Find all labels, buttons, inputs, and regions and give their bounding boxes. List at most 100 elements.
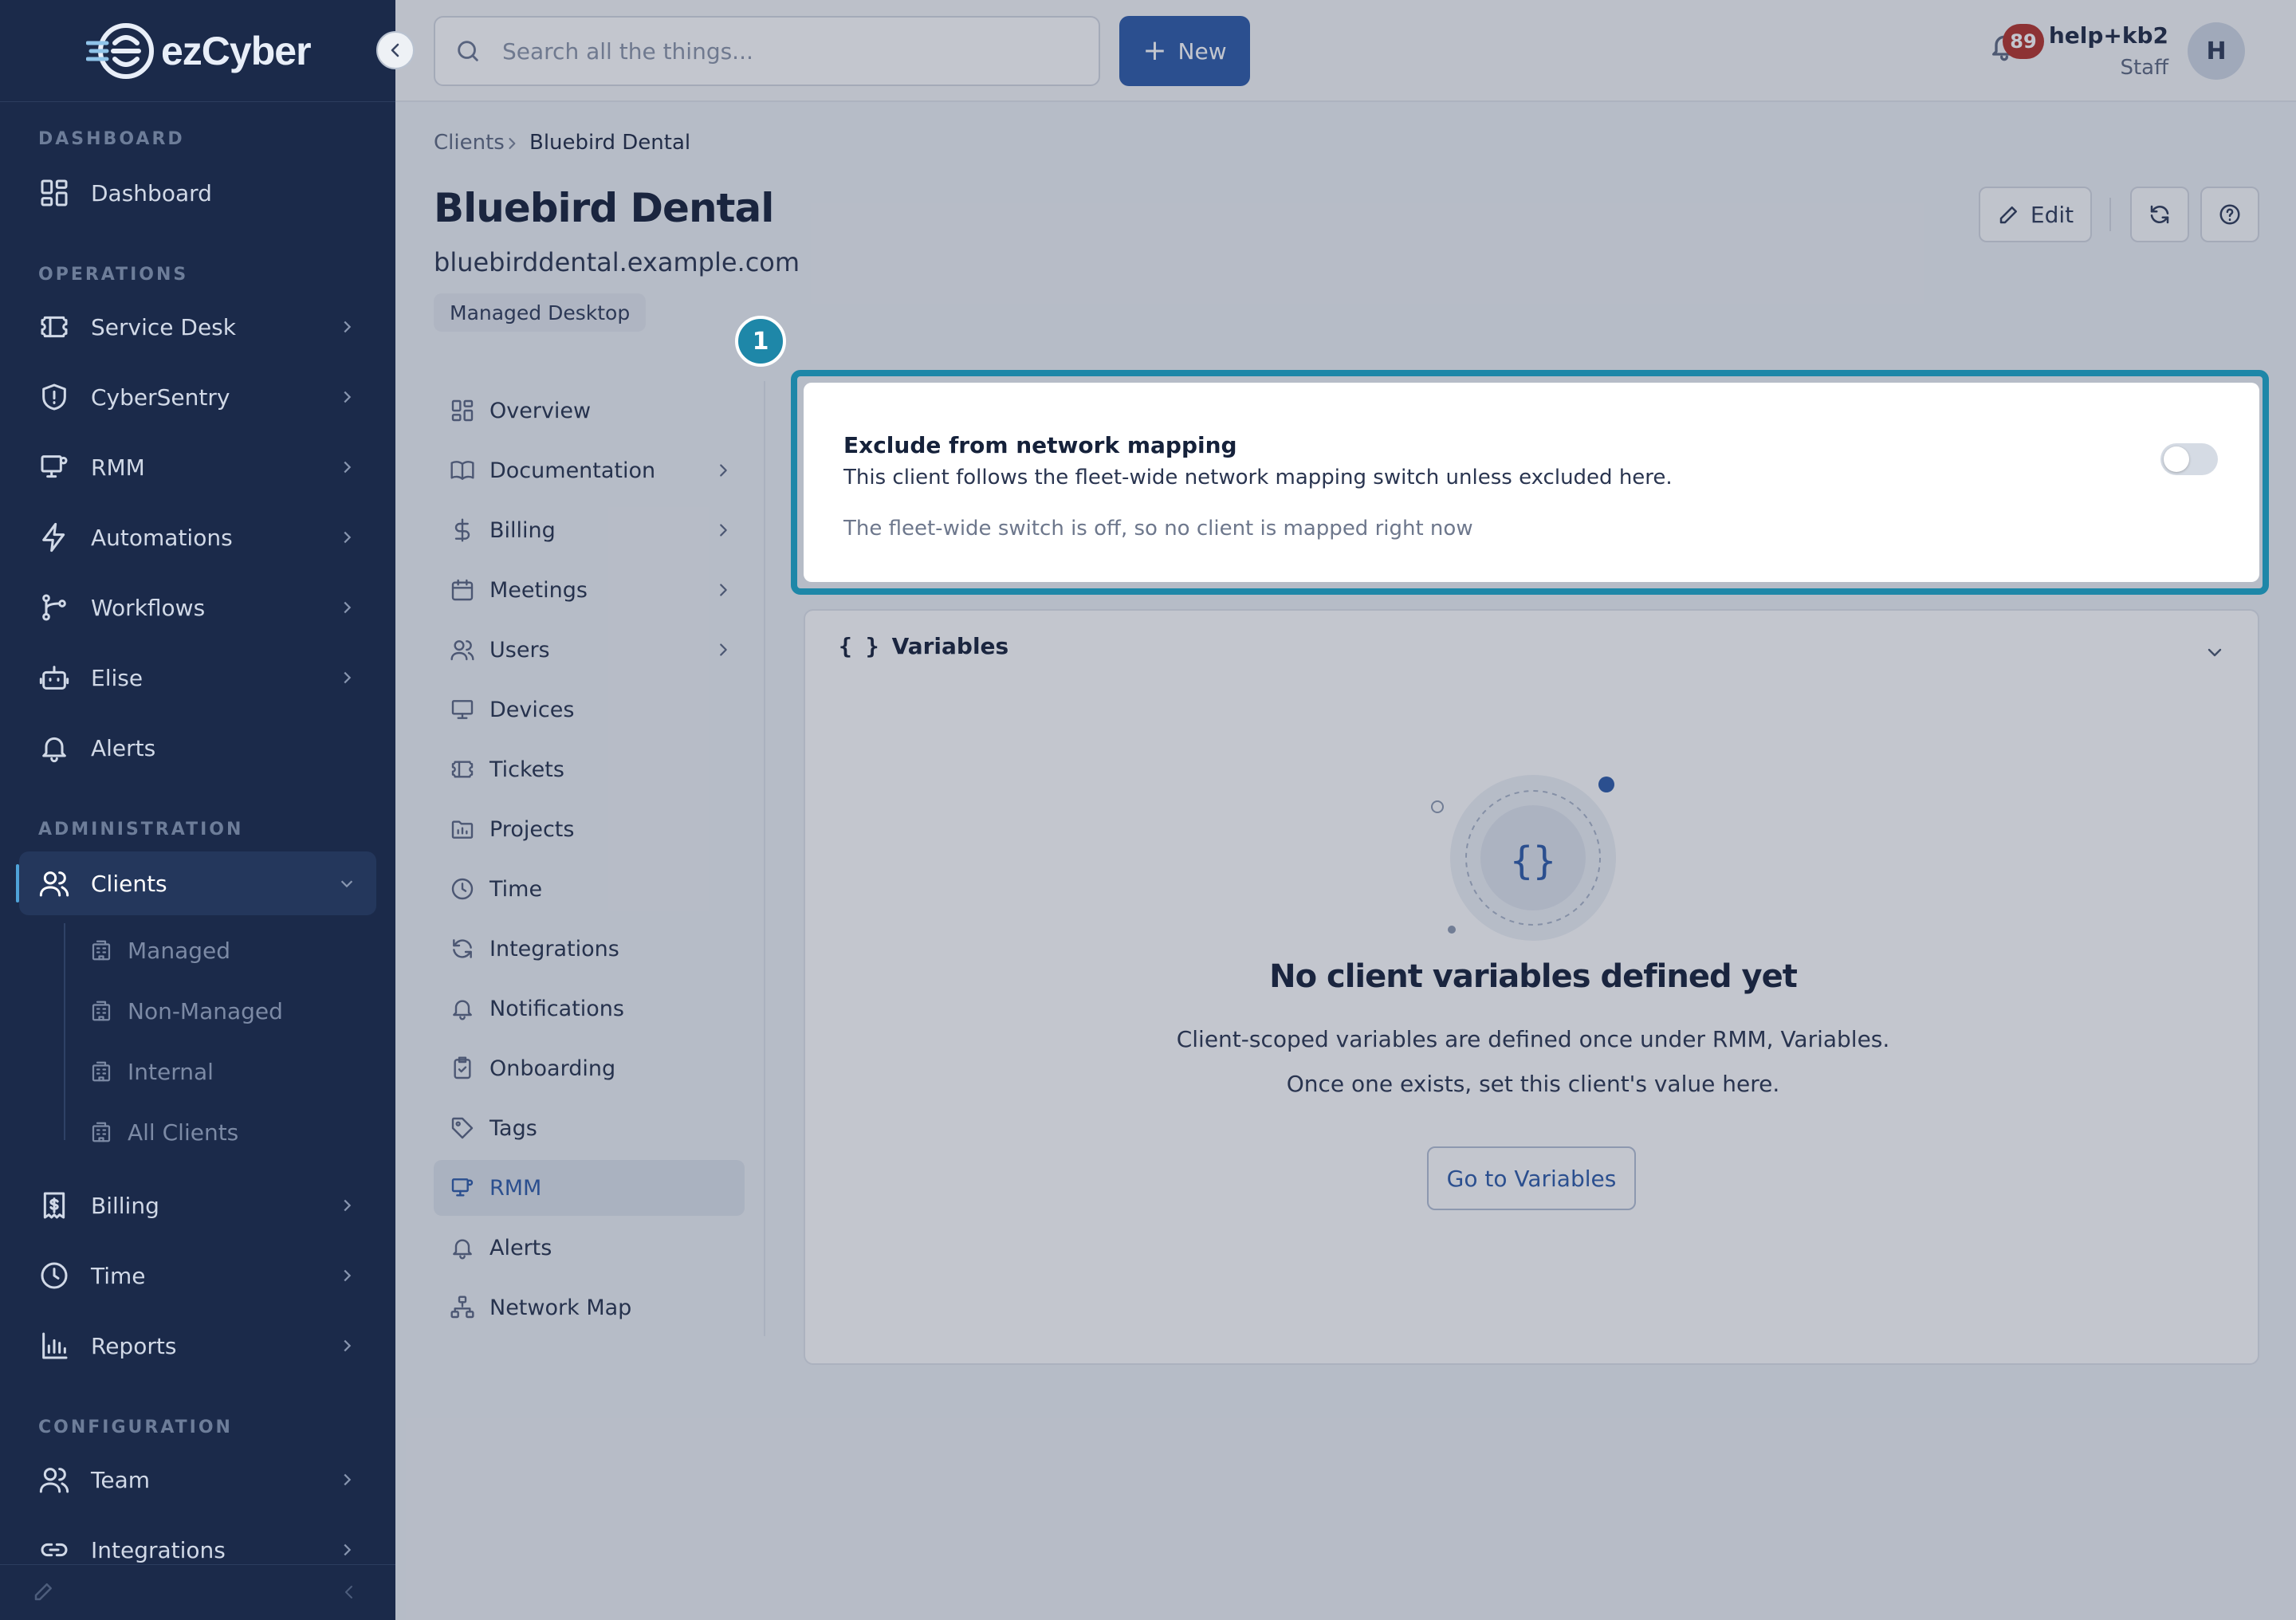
sidebar-item-service-desk[interactable]: Service Desk bbox=[19, 295, 376, 359]
sidebar-item-label: Service Desk bbox=[91, 313, 236, 340]
dashboard-icon bbox=[41, 179, 68, 206]
tab-alerts[interactable]: Alerts bbox=[434, 1220, 745, 1276]
sidebar-subitem-label: Non-Managed bbox=[128, 997, 283, 1024]
tab-integrations[interactable]: Integrations bbox=[434, 921, 745, 977]
svg-text:{}: {} bbox=[1510, 839, 1556, 883]
avatar[interactable]: H bbox=[2188, 22, 2245, 80]
tab-label: Alerts bbox=[489, 1235, 552, 1260]
sidebar-item-time[interactable]: Time bbox=[19, 1244, 376, 1307]
sidebar-item-label: Billing bbox=[91, 1192, 159, 1219]
tab-rmm[interactable]: RMM bbox=[434, 1160, 745, 1216]
network-icon bbox=[450, 1296, 474, 1319]
sidebar-subitem-label: All Clients bbox=[128, 1119, 239, 1146]
tab-label: Notifications bbox=[489, 996, 624, 1021]
tab-documentation[interactable]: Documentation bbox=[434, 442, 745, 498]
tab-label: Meetings bbox=[489, 577, 588, 603]
workflow-icon bbox=[42, 594, 66, 621]
sidebar-subitem-all-clients[interactable]: All Clients bbox=[89, 1108, 238, 1156]
sidebar-collapse-button[interactable] bbox=[376, 31, 415, 69]
bell-icon bbox=[453, 1000, 472, 1020]
tab-meetings[interactable]: Meetings bbox=[434, 562, 745, 618]
sidebar-item-clients[interactable]: Clients bbox=[16, 851, 376, 915]
variables-panel: { } Variables {} No client variables def… bbox=[804, 609, 2259, 1365]
sidebar-item-automations[interactable]: Automations bbox=[19, 505, 376, 569]
sidebar-item-label: Team bbox=[91, 1466, 151, 1493]
sidebar-item-rmm[interactable]: RMM bbox=[19, 435, 376, 499]
user-name[interactable]: help+kb2 bbox=[2049, 22, 2168, 49]
sidebar-item-workflows[interactable]: Workflows bbox=[19, 576, 376, 639]
breadcrumb-parent[interactable]: Clients bbox=[434, 131, 505, 155]
tab-label: RMM bbox=[489, 1175, 542, 1201]
client-domain: bluebirddental.example.com bbox=[434, 247, 800, 277]
notification-count-badge: 89 bbox=[2003, 24, 2044, 59]
tab-network-map[interactable]: Network Map bbox=[434, 1280, 745, 1335]
help-button[interactable] bbox=[2200, 187, 2259, 242]
tab-billing[interactable]: Billing bbox=[434, 502, 745, 558]
sidebar-item-label: Reports bbox=[91, 1332, 177, 1359]
sidebar-item-billing[interactable]: Billing bbox=[19, 1174, 376, 1237]
refresh-icon bbox=[2150, 205, 2169, 224]
search-box[interactable] bbox=[434, 16, 1100, 86]
search-input[interactable] bbox=[502, 37, 1060, 65]
sidebar-item-team[interactable]: Team bbox=[19, 1448, 376, 1512]
refresh-button[interactable] bbox=[2130, 187, 2189, 242]
sidebar-item-alerts[interactable]: Alerts bbox=[19, 716, 376, 780]
sidebar-item-label: Workflows bbox=[91, 594, 206, 621]
sidebar-subitem-non-managed[interactable]: Non-Managed bbox=[89, 987, 283, 1035]
chevron-right-icon bbox=[720, 524, 727, 537]
sidebar-item-dashboard[interactable]: Dashboard bbox=[19, 161, 376, 225]
logo-mark-icon bbox=[86, 23, 154, 79]
bell-icon bbox=[42, 737, 66, 763]
tab-tickets[interactable]: Tickets bbox=[434, 741, 745, 797]
calendar-icon bbox=[451, 579, 474, 601]
new-button[interactable]: + New bbox=[1119, 16, 1250, 86]
go-to-variables-button[interactable]: Go to Variables bbox=[1427, 1146, 1636, 1210]
sidebar-item-cybersentry[interactable]: CyberSentry bbox=[19, 365, 376, 429]
tutorial-step-badge: 1 bbox=[735, 316, 786, 367]
header-divider bbox=[2109, 198, 2111, 231]
building-icon bbox=[92, 940, 111, 961]
book-icon bbox=[450, 461, 474, 480]
sidebar-subitem-label: Internal bbox=[128, 1058, 214, 1085]
dollar-icon bbox=[454, 518, 470, 542]
collapse-sidebar-icon[interactable] bbox=[340, 1583, 359, 1602]
sidebar-item-label: Alerts bbox=[91, 734, 156, 761]
variables-header[interactable]: { } Variables bbox=[839, 633, 1008, 659]
chevron-left-icon bbox=[391, 43, 399, 57]
edit-button[interactable]: Edit bbox=[1979, 187, 2092, 242]
tab-label: Network Map bbox=[489, 1295, 632, 1320]
chevron-right-icon bbox=[344, 320, 352, 333]
monitor-settings-icon bbox=[451, 1178, 474, 1197]
logo[interactable]: ezCyber bbox=[86, 21, 312, 81]
sidebar-item-reports[interactable]: Reports bbox=[19, 1314, 376, 1378]
tab-projects[interactable]: Projects bbox=[434, 801, 745, 857]
tab-onboarding[interactable]: Onboarding bbox=[434, 1040, 745, 1096]
tab-tags[interactable]: Tags bbox=[434, 1100, 745, 1156]
braces-icon: { } bbox=[839, 633, 879, 659]
chevron-right-icon bbox=[720, 643, 727, 656]
tab-overview[interactable]: Overview bbox=[434, 383, 745, 438]
link-icon bbox=[41, 1543, 68, 1557]
tab-users[interactable]: Users bbox=[434, 622, 745, 678]
sidebar-subitem-managed[interactable]: Managed bbox=[89, 926, 230, 974]
clock-icon bbox=[451, 878, 474, 900]
clock-icon bbox=[41, 1262, 68, 1289]
section-label-dashboard: DASHBOARD bbox=[38, 129, 185, 149]
section-label-administration: ADMINISTRATION bbox=[38, 820, 244, 839]
sidebar-subitem-internal[interactable]: Internal bbox=[89, 1048, 214, 1095]
sidebar-item-elise[interactable]: Elise bbox=[19, 646, 376, 710]
chevron-right-icon bbox=[344, 1199, 352, 1212]
tab-label: Tags bbox=[489, 1115, 537, 1141]
tab-devices[interactable]: Devices bbox=[434, 682, 745, 737]
tab-time[interactable]: Time bbox=[434, 861, 745, 917]
chevron-right-icon bbox=[344, 1269, 352, 1282]
section-label-configuration: CONFIGURATION bbox=[38, 1418, 233, 1437]
tab-notifications[interactable]: Notifications bbox=[434, 981, 745, 1036]
client-tag: Managed Desktop bbox=[434, 293, 647, 332]
chevron-down-icon[interactable] bbox=[2205, 643, 2224, 662]
sidebar-item-label: CyberSentry bbox=[91, 383, 230, 411]
pencil-icon[interactable] bbox=[32, 1579, 56, 1603]
tab-label: Integrations bbox=[489, 936, 619, 961]
pencil-icon bbox=[1999, 206, 2017, 224]
breadcrumb-separator-icon bbox=[509, 138, 516, 149]
